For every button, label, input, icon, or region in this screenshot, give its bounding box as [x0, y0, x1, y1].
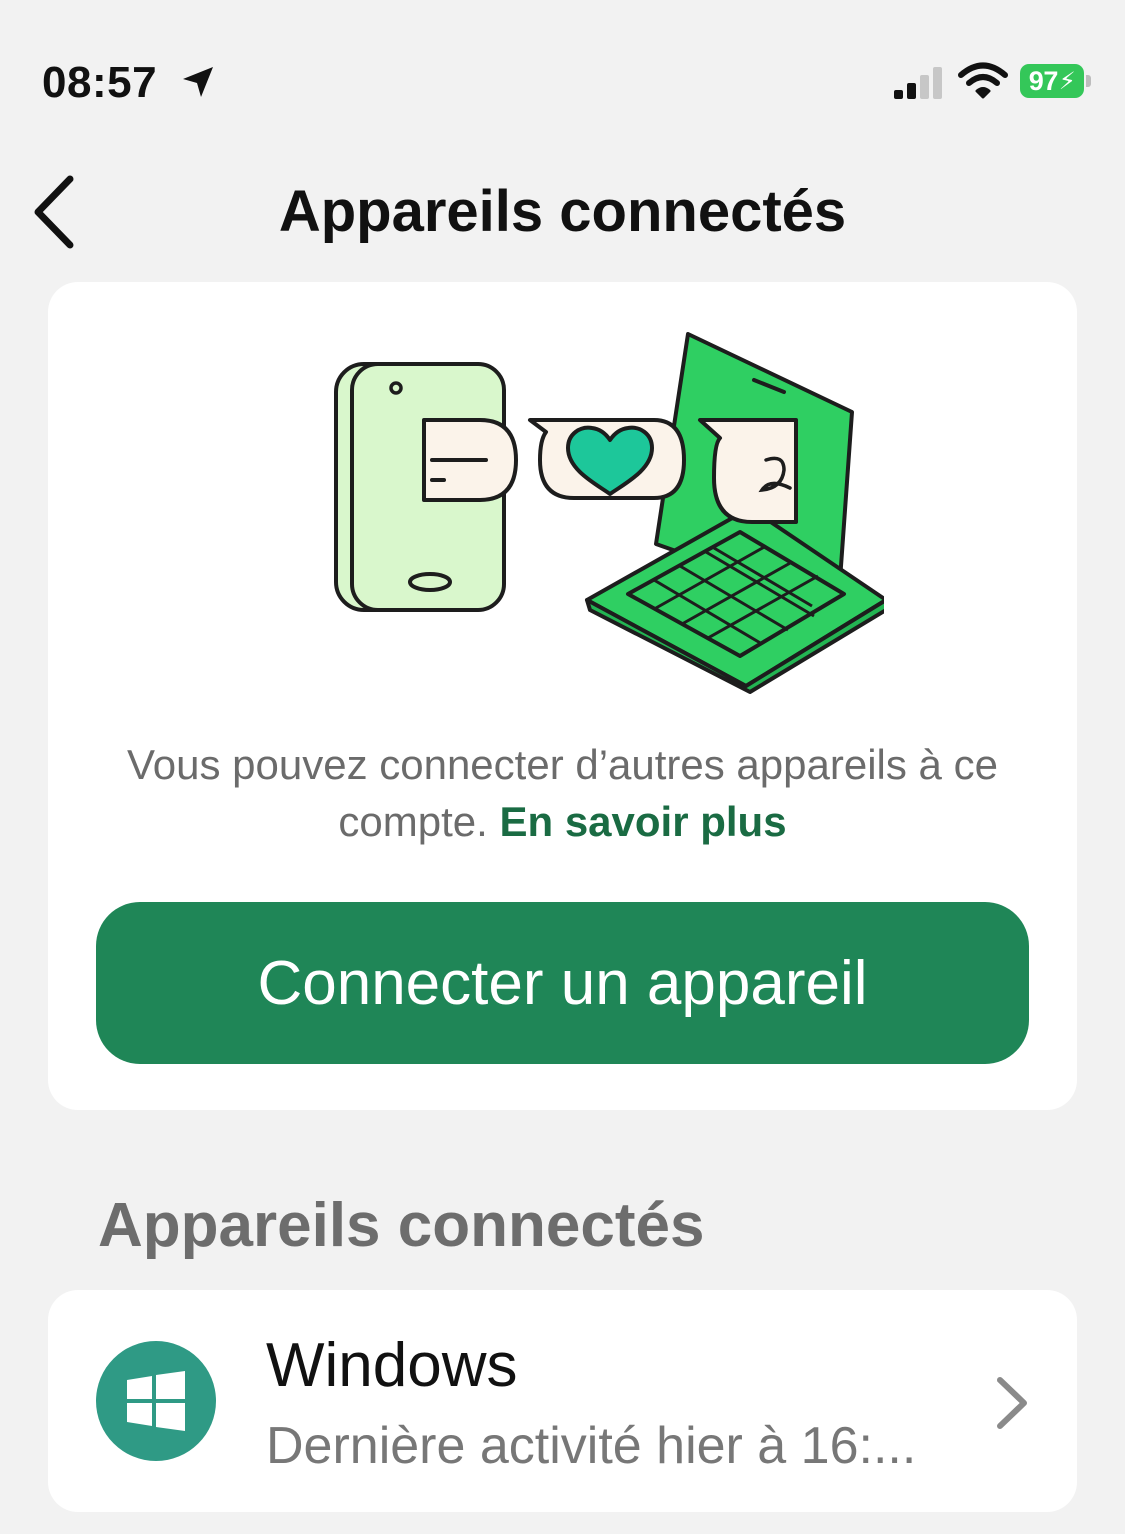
bolt-icon: ⚡	[1058, 67, 1076, 95]
device-last-activity: Dernière activité hier à 16:...	[266, 1417, 917, 1475]
cellular-signal-icon	[894, 67, 942, 99]
intro-description: Vous pouvez connecter d’autres appareils…	[88, 736, 1037, 850]
battery-charging-icon: 97 ⚡	[1020, 62, 1092, 100]
chevron-right-icon	[997, 1377, 1027, 1429]
page-title: Appareils connectés	[278, 179, 847, 244]
location-arrow-icon	[183, 67, 213, 97]
windows-logo-icon	[127, 1371, 185, 1431]
battery-tip	[1086, 75, 1091, 87]
connect-device-button[interactable]: Connecter un appareil	[96, 902, 1029, 1064]
battery-percent: 97	[1028, 65, 1059, 96]
phone-chat-laptop-illustration	[334, 332, 884, 694]
connected-devices-screen: 08:57 97 ⚡ Appareils connectés Vous pouv…	[0, 0, 1125, 1534]
learn-more-link[interactable]: En savoir plus	[499, 798, 786, 845]
device-avatar	[96, 1341, 216, 1461]
wifi-icon	[958, 62, 1008, 99]
device-name: Windows	[266, 1331, 518, 1400]
section-header-connected-devices: Appareils connectés	[98, 1191, 705, 1260]
device-row-windows[interactable]: Windows Dernière activité hier à 16:...	[48, 1290, 1077, 1512]
status-time: 08:57	[42, 58, 158, 107]
battery-level: 97 ⚡	[1020, 64, 1084, 98]
status-bar: 08:57 97 ⚡	[0, 0, 1125, 150]
intro-card: Vous pouvez connecter d’autres appareils…	[48, 282, 1077, 1110]
